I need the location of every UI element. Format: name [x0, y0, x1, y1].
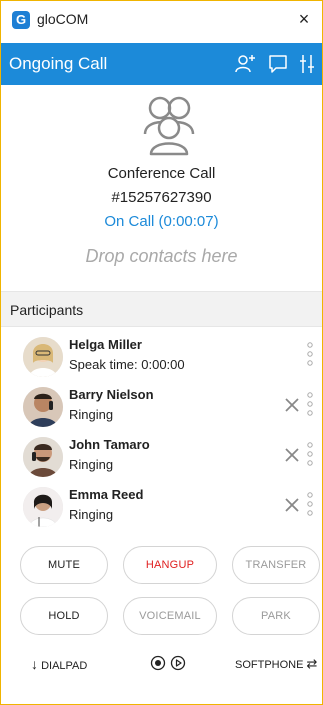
- participant-name: Helga Miller: [69, 337, 142, 352]
- more-options-icon[interactable]: [306, 491, 314, 517]
- conference-title: Conference Call: [107, 165, 216, 182]
- conference-group-icon: [143, 96, 195, 156]
- participant-row[interactable]: John Tamaro Ringing: [1, 431, 322, 481]
- arrow-down-icon: ↓: [31, 656, 38, 672]
- add-participant-icon[interactable]: [234, 53, 256, 75]
- participant-name: Emma Reed: [69, 487, 144, 502]
- chat-icon[interactable]: [267, 53, 289, 75]
- participant-status: Ringing: [69, 407, 114, 422]
- participant-status: Ringing: [69, 507, 114, 522]
- remove-participant-icon[interactable]: [282, 395, 302, 415]
- avatar: [23, 387, 63, 427]
- participant-row[interactable]: Helga Miller Speak time: 0:00:00: [1, 331, 322, 381]
- remove-participant-icon[interactable]: [282, 445, 302, 465]
- drop-contacts-zone[interactable]: Drop contacts here: [1, 246, 322, 267]
- mute-button[interactable]: MUTE: [20, 546, 108, 584]
- avatar: [23, 487, 63, 527]
- softphone-toggle[interactable]: SOFTPHONE ⇄: [235, 656, 317, 672]
- more-options-icon[interactable]: [306, 391, 314, 417]
- play-icon[interactable]: [170, 655, 186, 671]
- dialpad-label: DIALPAD: [41, 660, 88, 672]
- participant-status: Ringing: [69, 457, 114, 472]
- softphone-label: SOFTPHONE: [235, 659, 304, 671]
- participants-label: Participants: [10, 302, 84, 318]
- app-title: gloCOM: [37, 11, 89, 27]
- record-icon[interactable]: [150, 655, 166, 671]
- avatar: [23, 337, 63, 377]
- more-options-icon[interactable]: [306, 341, 314, 367]
- remove-participant-icon[interactable]: [282, 495, 302, 515]
- park-button[interactable]: PARK: [232, 597, 320, 635]
- hangup-button[interactable]: HANGUP: [123, 546, 217, 584]
- bottom-bar: ↓ DIALPAD SOFTPHONE ⇄: [1, 646, 322, 676]
- participant-row[interactable]: Barry Nielson Ringing: [1, 381, 322, 431]
- participant-name: John Tamaro: [69, 437, 150, 452]
- hold-button[interactable]: HOLD: [20, 597, 108, 635]
- more-options-icon[interactable]: [306, 441, 314, 467]
- participant-status: Speak time: 0:00:00: [69, 357, 185, 372]
- page-title: Ongoing Call: [9, 54, 108, 73]
- participants-header: Participants: [1, 291, 322, 327]
- swap-arrows-icon: ⇄: [306, 656, 318, 671]
- sliders-icon[interactable]: [297, 53, 319, 75]
- avatar: [23, 437, 63, 477]
- participant-name: Barry Nielson: [69, 387, 154, 402]
- dialpad-toggle[interactable]: ↓ DIALPAD: [31, 656, 87, 672]
- glocom-logo-icon: G: [12, 11, 30, 29]
- close-button[interactable]: ×: [292, 7, 316, 31]
- conference-number: #15257627390: [111, 189, 212, 206]
- title-bar: G gloCOM ×: [1, 1, 322, 39]
- call-status: On Call (0:00:07): [104, 213, 219, 230]
- app-window: G gloCOM × Ongoing Call Conference Call: [0, 0, 323, 705]
- voicemail-button[interactable]: VOICEMAIL: [123, 597, 217, 635]
- participant-row[interactable]: Emma Reed Ringing: [1, 481, 322, 531]
- header-bar: Ongoing Call: [1, 43, 322, 85]
- transfer-button[interactable]: TRANSFER: [232, 546, 320, 584]
